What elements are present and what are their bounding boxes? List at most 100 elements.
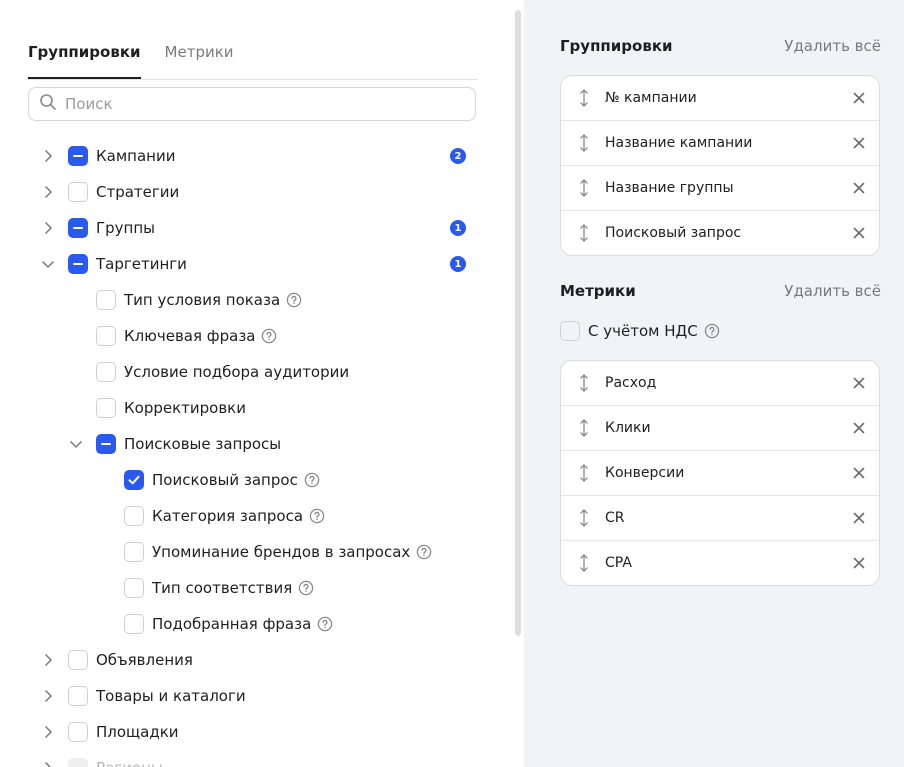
tree-item-checkbox[interactable] — [96, 362, 116, 382]
tree-item[interactable]: Упоминание брендов в запросах — [96, 534, 432, 570]
close-icon[interactable] — [853, 377, 865, 389]
tab-metrics[interactable]: Метрики — [165, 42, 234, 78]
scrollbar[interactable] — [515, 10, 521, 636]
tree-item[interactable]: Товары и каталоги — [40, 678, 246, 714]
close-icon[interactable] — [853, 467, 865, 479]
help-icon[interactable] — [416, 544, 432, 560]
help-icon[interactable] — [309, 508, 325, 524]
chevron-right-icon[interactable] — [40, 148, 56, 164]
help-icon[interactable] — [304, 472, 320, 488]
drag-handle-icon[interactable] — [577, 508, 591, 528]
search-icon — [29, 93, 57, 115]
tree-item-checkbox[interactable] — [124, 506, 144, 526]
close-icon[interactable] — [853, 422, 865, 434]
search-box[interactable] — [28, 87, 476, 121]
tree-item[interactable]: Стратегии — [40, 174, 179, 210]
help-icon[interactable] — [704, 323, 720, 339]
metric-item[interactable]: Клики — [561, 405, 879, 450]
drag-handle-icon[interactable] — [577, 553, 591, 573]
tree-item-checkbox[interactable] — [96, 398, 116, 418]
count-badge: 2 — [450, 148, 466, 164]
tree-item[interactable]: Поисковый запрос — [96, 462, 320, 498]
drag-handle-icon[interactable] — [577, 373, 591, 393]
tree-item[interactable]: Ключевая фраза — [68, 318, 277, 354]
metrics-delete-all-link[interactable]: Удалить всё — [784, 282, 881, 300]
tree-item-checkbox[interactable] — [96, 326, 116, 346]
tree-item-checkbox — [68, 758, 88, 767]
tree-item-label: Поисковые запросы — [124, 435, 282, 453]
drag-handle-icon[interactable] — [577, 178, 591, 198]
search-input[interactable] — [63, 94, 447, 114]
tree-item-label: Регионы — [96, 759, 163, 767]
help-icon[interactable] — [298, 580, 314, 596]
chevron-right-icon[interactable] — [40, 184, 56, 200]
close-icon[interactable] — [853, 227, 865, 239]
tree-item[interactable]: Регионы — [40, 750, 163, 767]
settings-left-pane: Группировки Метрики Кампании 2 Стратегии Гр… — [0, 0, 524, 767]
chevron-right-icon[interactable] — [40, 724, 56, 740]
tree-item-checkbox[interactable] — [124, 614, 144, 634]
tree-item-checkbox[interactable] — [96, 434, 116, 454]
close-icon[interactable] — [853, 557, 865, 569]
tree-item[interactable]: Условие подбора аудитории — [68, 354, 349, 390]
metric-item[interactable]: CR — [561, 495, 879, 540]
help-icon[interactable] — [317, 616, 333, 632]
tree-item-checkbox[interactable] — [68, 650, 88, 670]
help-icon[interactable] — [286, 292, 302, 308]
tree-item-checkbox[interactable] — [68, 182, 88, 202]
chevron-down-icon[interactable] — [40, 256, 56, 272]
tree-item[interactable]: Кампании — [40, 138, 175, 174]
drag-handle-icon[interactable] — [577, 223, 591, 243]
metric-item[interactable]: Расход — [561, 361, 879, 405]
tree-item-checkbox[interactable] — [68, 146, 88, 166]
drag-handle-icon[interactable] — [577, 463, 591, 483]
tree-item-checkbox[interactable] — [124, 542, 144, 562]
tree-item[interactable]: Поисковые запросы — [68, 426, 281, 462]
tree-item-checkbox[interactable] — [96, 290, 116, 310]
help-icon[interactable] — [261, 328, 277, 344]
tree-item[interactable]: Объявления — [40, 642, 193, 678]
metric-item[interactable]: Конверсии — [561, 450, 879, 495]
grouping-item[interactable]: № кампании — [561, 76, 879, 120]
item-label: № кампании — [605, 90, 697, 106]
close-icon[interactable] — [853, 92, 865, 104]
chevron-right-icon[interactable] — [40, 220, 56, 236]
metric-item[interactable]: CPA — [561, 540, 879, 585]
grouping-item[interactable]: Название группы — [561, 165, 879, 210]
grouping-item[interactable]: Название кампании — [561, 120, 879, 165]
groupings-delete-all-link[interactable]: Удалить всё — [784, 37, 881, 55]
tree-item[interactable]: Тип условия показа — [68, 282, 302, 318]
tree-item-checkbox[interactable] — [124, 578, 144, 598]
tree-item-checkbox[interactable] — [68, 686, 88, 706]
tree-item-checkbox[interactable] — [68, 722, 88, 742]
grouping-item[interactable]: Поисковый запрос — [561, 210, 879, 255]
tree-item-label: Группы — [96, 219, 156, 237]
vat-label: С учётом НДС — [588, 322, 698, 340]
close-icon[interactable] — [853, 137, 865, 149]
chevron-down-icon[interactable] — [68, 436, 84, 452]
chevron-right-icon[interactable] — [40, 688, 56, 704]
tree-item[interactable]: Категория запроса — [96, 498, 325, 534]
tree-item-checkbox[interactable] — [68, 218, 88, 238]
vat-checkbox[interactable] — [560, 321, 580, 341]
close-icon[interactable] — [853, 182, 865, 194]
drag-handle-icon[interactable] — [577, 88, 591, 108]
tree-item[interactable]: Таргетинги — [40, 246, 187, 282]
drag-handle-icon[interactable] — [577, 418, 591, 438]
close-icon[interactable] — [853, 512, 865, 524]
tree-item-checkbox[interactable] — [68, 254, 88, 274]
tree-item[interactable]: Корректировки — [68, 390, 246, 426]
chevron-right-icon[interactable] — [40, 760, 56, 767]
chevron-right-icon[interactable] — [40, 652, 56, 668]
count-badge: 1 — [450, 256, 466, 272]
tab-groupings[interactable]: Группировки — [28, 42, 141, 79]
tree-item[interactable]: Площадки — [40, 714, 179, 750]
drag-handle-icon[interactable] — [577, 133, 591, 153]
tree-item-checkbox[interactable] — [124, 470, 144, 490]
vat-checkbox-row[interactable]: С учётом НДС — [560, 321, 720, 341]
tree-item[interactable]: Подобранная фраза — [96, 606, 333, 642]
item-label: Поисковый запрос — [605, 225, 742, 241]
tree-item[interactable]: Группы — [40, 210, 155, 246]
tree-item[interactable]: Тип соответствия — [96, 570, 314, 606]
